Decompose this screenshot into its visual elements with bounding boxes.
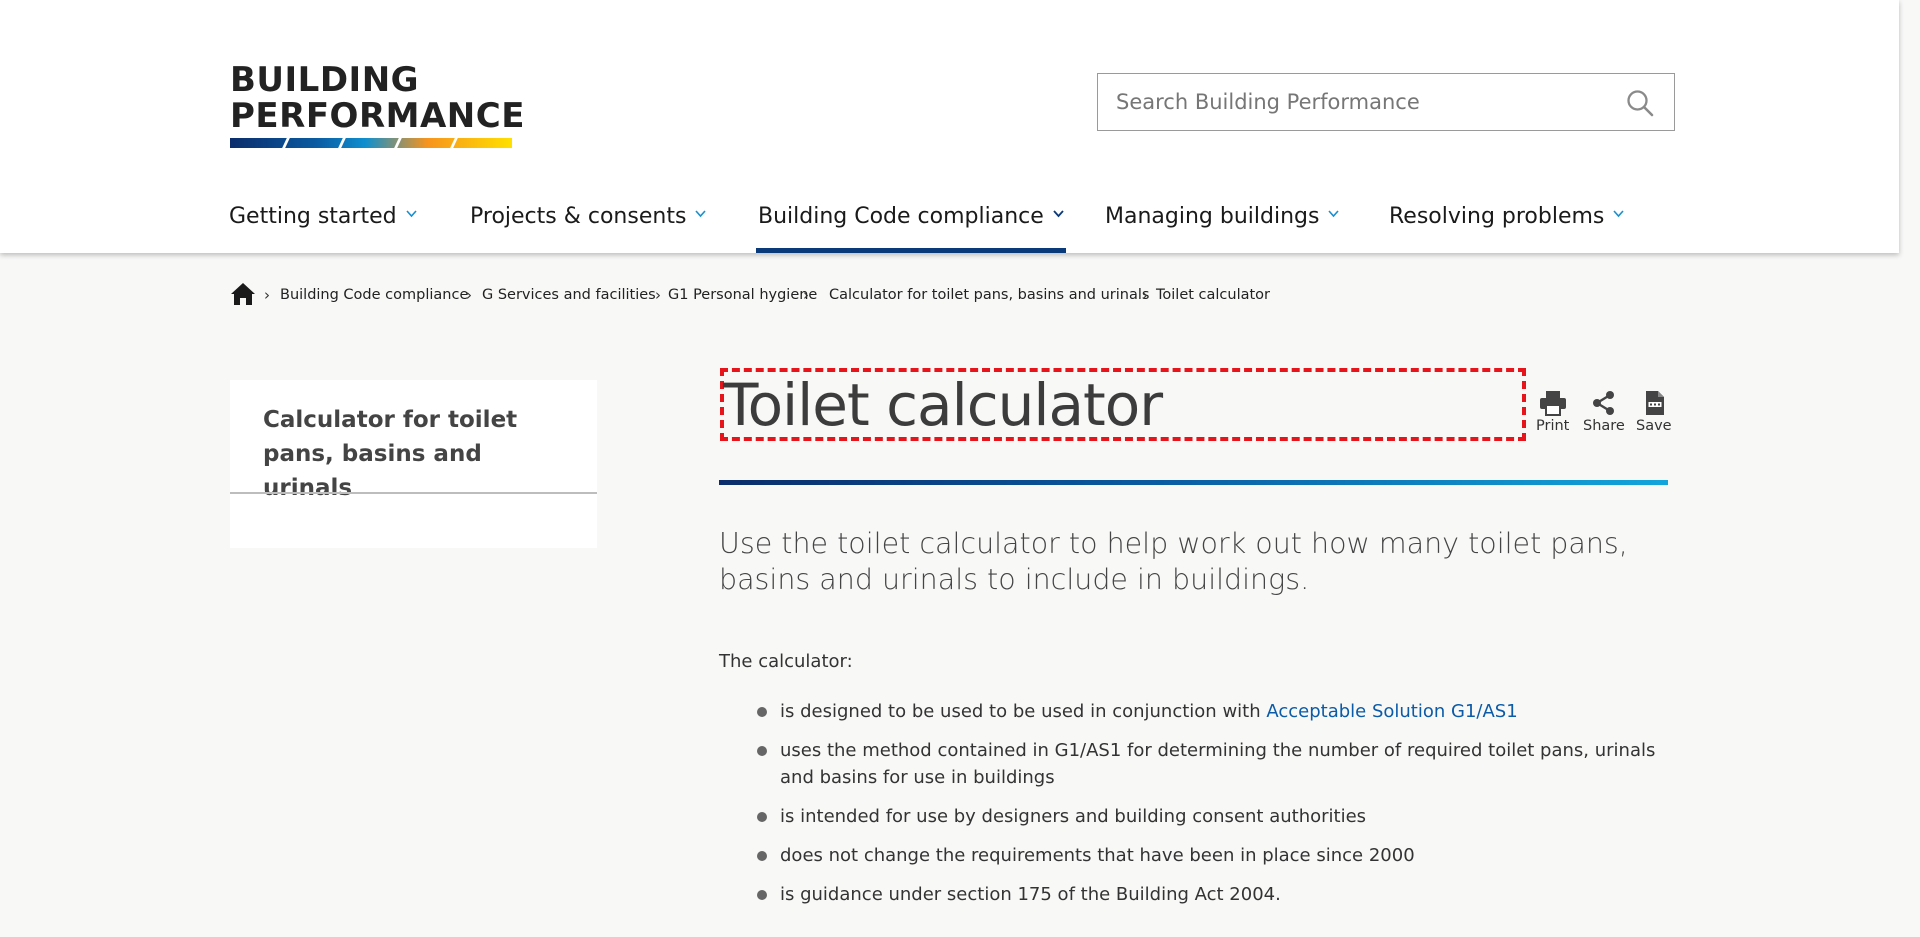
share-label: Share <box>1583 418 1625 434</box>
list-item-text: does not change the requirements that ha… <box>780 845 1415 866</box>
title-gradient-rule <box>719 480 1668 485</box>
breadcrumb-item[interactable]: Building Code compliance <box>280 287 468 303</box>
nav-label: Projects & consents <box>470 204 687 229</box>
list-item: does not change the requirements that ha… <box>719 842 1669 869</box>
chevron-down-icon <box>695 210 707 218</box>
breadcrumb-item[interactable]: G Services and facilities <box>482 287 656 303</box>
bullet <box>757 746 767 756</box>
breadcrumb-separator: › <box>264 286 270 304</box>
breadcrumb-item[interactable]: G1 Personal hygiene <box>668 287 817 303</box>
print-button[interactable]: Print <box>1536 390 1569 434</box>
pdf-icon <box>1645 391 1664 415</box>
breadcrumb-current: Toilet calculator <box>1156 287 1271 303</box>
list-item: is intended for use by designers and bui… <box>719 803 1669 830</box>
search-input[interactable] <box>1098 74 1674 130</box>
site-logo[interactable]: BUILDING PERFORMANCE <box>230 60 525 148</box>
logo-line-2: PERFORMANCE <box>230 96 525 136</box>
nav-label: Getting started <box>229 204 397 229</box>
nav-resolving-problems[interactable]: Resolving problems <box>1389 204 1625 253</box>
print-icon <box>1539 391 1566 416</box>
nav-label: Resolving problems <box>1389 204 1605 229</box>
calculator-feature-list: is designed to be used to be used in con… <box>719 698 1669 920</box>
list-item: is designed to be used to be used in con… <box>719 698 1669 725</box>
nav-projects-consents[interactable]: Projects & consents <box>470 204 707 253</box>
nav-label: Managing buildings <box>1105 204 1320 229</box>
logo-line-1: BUILDING <box>230 60 420 100</box>
divider <box>230 492 597 494</box>
breadcrumb-separator: › <box>655 286 661 304</box>
breadcrumb-separator: › <box>466 286 472 304</box>
breadcrumb-item[interactable]: Calculator for toilet pans, basins and u… <box>829 287 1149 303</box>
page-title: Toilet calculator <box>723 371 1163 439</box>
lead-text: The calculator: <box>719 651 853 672</box>
list-item-text: uses the method contained in G1/AS1 for … <box>780 740 1656 788</box>
intro-text: Use the toilet calculator to help work o… <box>719 527 1628 596</box>
bullet <box>757 707 767 717</box>
chevron-down-icon <box>405 210 417 218</box>
breadcrumb-separator: › <box>1142 286 1148 304</box>
chevron-down-icon <box>1328 210 1340 218</box>
print-label: Print <box>1536 418 1570 434</box>
list-item-text: is intended for use by designers and bui… <box>780 806 1367 827</box>
section-sidenav: Calculator for toilet pans, basins and u… <box>230 380 597 548</box>
bullet <box>757 890 767 900</box>
chevron-down-icon <box>1053 210 1064 218</box>
bullet <box>757 812 767 822</box>
list-item: uses the method contained in G1/AS1 for … <box>719 737 1669 791</box>
list-item-text: is designed to be used to be used in con… <box>780 701 1267 722</box>
save-pdf-button[interactable]: Save <box>1636 390 1672 434</box>
bullet <box>757 851 767 861</box>
chevron-down-icon <box>1613 210 1625 218</box>
share-button[interactable]: Share <box>1583 390 1625 434</box>
acceptable-solution-link[interactable]: Acceptable Solution G1/AS1 <box>1266 701 1517 722</box>
nav-getting-started[interactable]: Getting started <box>229 204 417 253</box>
home-icon[interactable] <box>230 281 256 307</box>
nav-label: Building Code compliance <box>758 204 1044 229</box>
share-icon <box>1592 391 1614 415</box>
list-item-text: is guidance under section 175 of the Bui… <box>780 884 1281 905</box>
search-box <box>1097 73 1675 131</box>
save-label: Save <box>1636 418 1672 434</box>
search-icon[interactable] <box>1626 89 1654 117</box>
nav-managing-buildings[interactable]: Managing buildings <box>1105 204 1340 253</box>
sidenav-title[interactable]: Calculator for toilet pans, basins and u… <box>263 403 573 505</box>
active-nav-indicator <box>756 248 1066 253</box>
list-item: is guidance under section 175 of the Bui… <box>719 881 1669 908</box>
breadcrumb-separator: › <box>803 286 809 304</box>
nav-building-code-compliance[interactable]: Building Code compliance <box>756 204 1066 253</box>
site-header: BUILDING PERFORMANCE Getting started Pro… <box>0 0 1899 253</box>
logo-color-bar <box>230 138 512 148</box>
